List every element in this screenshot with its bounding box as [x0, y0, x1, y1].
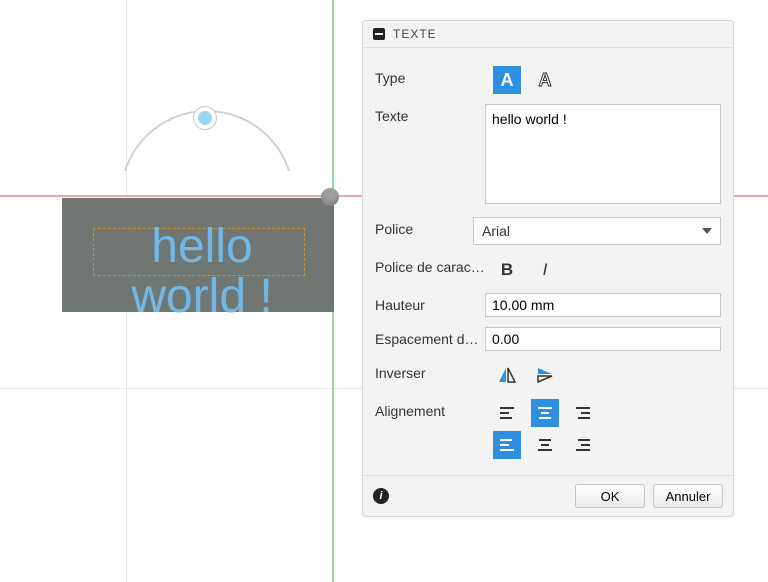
height-label: Hauteur	[375, 293, 485, 313]
align-label: Alignement	[375, 399, 493, 419]
panel-title: TEXTE	[393, 27, 437, 41]
align-top-right-icon[interactable]	[569, 399, 597, 427]
type-outline-icon[interactable]: A	[531, 66, 559, 94]
collapse-icon[interactable]	[373, 28, 385, 40]
rotation-handle[interactable]	[194, 107, 216, 129]
origin-handle[interactable]	[321, 188, 339, 206]
flip-vertical-icon[interactable]	[531, 361, 559, 389]
font-label: Police	[375, 217, 473, 237]
type-filled-icon[interactable]: A	[493, 66, 521, 94]
flip-horizontal-icon[interactable]	[493, 361, 521, 389]
text-input[interactable]	[485, 104, 721, 204]
canvas-text[interactable]: hello world !	[102, 222, 302, 322]
height-input[interactable]	[485, 293, 721, 317]
text-properties-panel: TEXTE Type A A Texte Police A	[362, 20, 734, 517]
svg-text:I: I	[543, 260, 548, 279]
font-style-label: Police de carac…	[375, 255, 493, 275]
canvas-text-line1: hello	[151, 220, 252, 273]
cancel-button[interactable]: Annuler	[653, 484, 723, 508]
font-select[interactable]: Arial	[473, 217, 721, 245]
chevron-down-icon	[702, 228, 712, 234]
svg-text:A: A	[501, 70, 514, 90]
bold-toggle[interactable]: B	[493, 255, 521, 283]
info-icon[interactable]: i	[373, 488, 389, 504]
flip-label: Inverser	[375, 361, 493, 381]
italic-toggle[interactable]: I	[531, 255, 559, 283]
spacing-input[interactable]	[485, 327, 721, 351]
align-top-center-icon[interactable]	[531, 399, 559, 427]
align-top-left-icon[interactable]	[493, 399, 521, 427]
canvas-text-line2: world !	[131, 270, 272, 323]
ok-button[interactable]: OK	[575, 484, 645, 508]
type-label: Type	[375, 66, 493, 86]
align-bottom-center-icon[interactable]	[531, 431, 559, 459]
align-bottom-right-icon[interactable]	[569, 431, 597, 459]
svg-text:B: B	[501, 260, 513, 279]
align-bottom-left-icon[interactable]	[493, 431, 521, 459]
panel-header[interactable]: TEXTE	[363, 21, 733, 48]
text-label: Texte	[375, 104, 485, 124]
spacing-label: Espacement d…	[375, 327, 485, 347]
font-value: Arial	[482, 223, 510, 239]
svg-text:A: A	[538, 70, 551, 90]
